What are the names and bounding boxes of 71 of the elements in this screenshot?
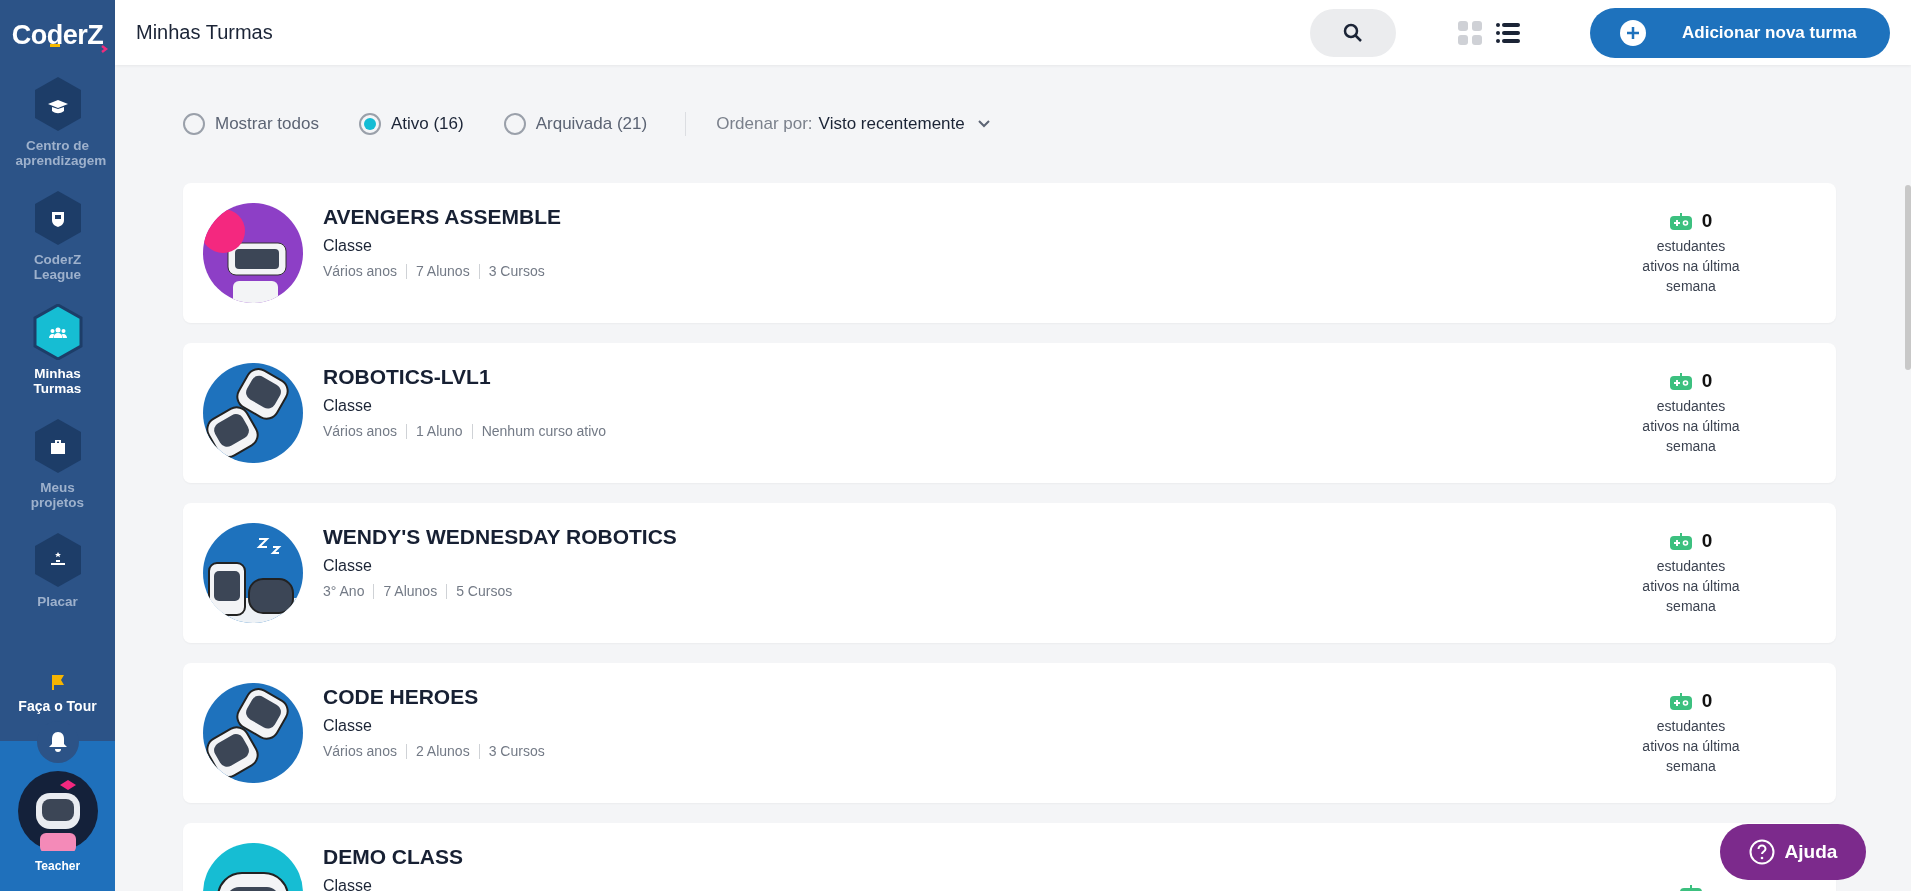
class-detail: 3 Cursos bbox=[488, 743, 545, 759]
active-label: estudantes ativos na última semana bbox=[1641, 397, 1741, 456]
active-label: estudantes ativos na última semana bbox=[1641, 557, 1741, 616]
gamepad-icon bbox=[1669, 532, 1692, 550]
sort-label: Ordenar por: bbox=[716, 114, 813, 134]
list-icon bbox=[1496, 21, 1520, 44]
class-detail: 5 Cursos bbox=[456, 583, 513, 599]
class-detail: 7 Alunos bbox=[383, 583, 438, 599]
class-card[interactable]: ROBOTICS-LVL1 Classe Vários anos 1 Aluno Nenhum curso ativo 0 estudantes ativos na última semana bbox=[183, 343, 1836, 483]
class-type: Classe bbox=[323, 397, 373, 415]
tour-link[interactable]: Faça o Tour bbox=[18, 674, 97, 714]
class-type: Classe bbox=[323, 877, 373, 891]
flag-icon bbox=[49, 674, 66, 690]
class-name: WENDY'S WEDNESDAY ROBOTICS bbox=[323, 525, 678, 549]
sort-value: Visto recentemente bbox=[818, 114, 965, 134]
class-detail: Vários anos bbox=[323, 743, 397, 759]
sort-dropdown[interactable]: Ordenar por: Visto recentemente bbox=[716, 114, 991, 134]
class-card[interactable]: CODE HEROES Classe Vários anos 2 Alunos 3 Cursos 0 estudantes ativos na última semana bbox=[183, 663, 1836, 803]
bell-icon bbox=[48, 731, 68, 753]
coderz-logo[interactable]: CoderZ bbox=[11, 19, 104, 51]
gamepad-icon bbox=[1669, 372, 1692, 390]
class-detail: 3° Ano bbox=[323, 583, 365, 599]
search-icon bbox=[1343, 22, 1363, 43]
sidebar-item[interactable]: Meus projetos bbox=[0, 418, 115, 526]
filter-radio[interactable]: Ativo (16) bbox=[358, 113, 464, 135]
active-count: 0 bbox=[1701, 530, 1713, 552]
class-type: Classe bbox=[323, 237, 373, 255]
class-detail: 1 Aluno bbox=[415, 423, 463, 439]
page-title: Minhas Turmas bbox=[136, 21, 274, 44]
user-name: Teacher bbox=[34, 859, 81, 873]
class-name: DEMO CLASS bbox=[323, 845, 464, 869]
active-count: 0 bbox=[1701, 210, 1713, 232]
sidebar-item[interactable]: Centro de aprendizagem bbox=[0, 76, 115, 184]
class-name: CODE HEROES bbox=[323, 685, 480, 709]
scrollbar[interactable] bbox=[1905, 185, 1911, 370]
people-icon bbox=[32, 304, 83, 360]
chevron-down-icon bbox=[976, 119, 991, 129]
class-name: ROBOTICS-LVL1 bbox=[323, 365, 492, 389]
class-detail: 3 Cursos bbox=[488, 263, 545, 279]
add-class-button[interactable]: Adicionar nova turma bbox=[1590, 7, 1890, 58]
active-count: 0 bbox=[1701, 690, 1713, 712]
class-detail: Vários anos bbox=[323, 263, 397, 279]
class-detail: Nenhum curso ativo bbox=[481, 423, 607, 439]
podium-icon bbox=[32, 532, 83, 588]
class-detail: 7 Alunos bbox=[415, 263, 470, 279]
user-avatar[interactable] bbox=[17, 771, 98, 851]
sidebar-item[interactable]: CoderZ League bbox=[0, 190, 115, 298]
class-detail: Vários anos bbox=[323, 423, 397, 439]
help-button[interactable]: Ajuda bbox=[1720, 824, 1866, 880]
shield-icon bbox=[32, 190, 83, 246]
gamepad-icon bbox=[1669, 692, 1692, 710]
gamepad-icon bbox=[1669, 212, 1692, 230]
class-detail: 2 Alunos bbox=[415, 743, 470, 759]
active-label: estudantes ativos na última semana bbox=[1641, 237, 1741, 296]
filter-radio[interactable]: Mostrar todos bbox=[183, 113, 319, 135]
cap-icon bbox=[32, 76, 83, 132]
sidebar-item[interactable]: Placar bbox=[0, 532, 115, 640]
search-button[interactable] bbox=[1310, 8, 1396, 57]
class-type: Classe bbox=[323, 557, 373, 575]
class-type: Classe bbox=[323, 717, 373, 735]
class-card[interactable]: AVENGERS ASSEMBLE Classe Vários anos 7 Alunos 3 Cursos 0 estudantes ativos na última semana bbox=[183, 183, 1836, 323]
filter-radio[interactable]: Arquivada (21) bbox=[503, 113, 648, 135]
briefcase-icon bbox=[32, 418, 83, 474]
active-count: 0 bbox=[1701, 370, 1713, 392]
sidebar-item[interactable]: Minhas Turmas bbox=[0, 304, 115, 412]
plus-icon bbox=[1620, 19, 1646, 46]
active-label: estudantes ativos na última semana bbox=[1641, 717, 1741, 776]
class-card[interactable]: WENDY'S WEDNESDAY ROBOTICS Classe 3° Ano 7 Alunos 5 Cursos 0 estudantes ativos na última semana bbox=[183, 503, 1836, 643]
class-name: AVENGERS ASSEMBLE bbox=[323, 205, 563, 229]
question-icon bbox=[1748, 839, 1775, 865]
grid-icon bbox=[1458, 20, 1482, 45]
